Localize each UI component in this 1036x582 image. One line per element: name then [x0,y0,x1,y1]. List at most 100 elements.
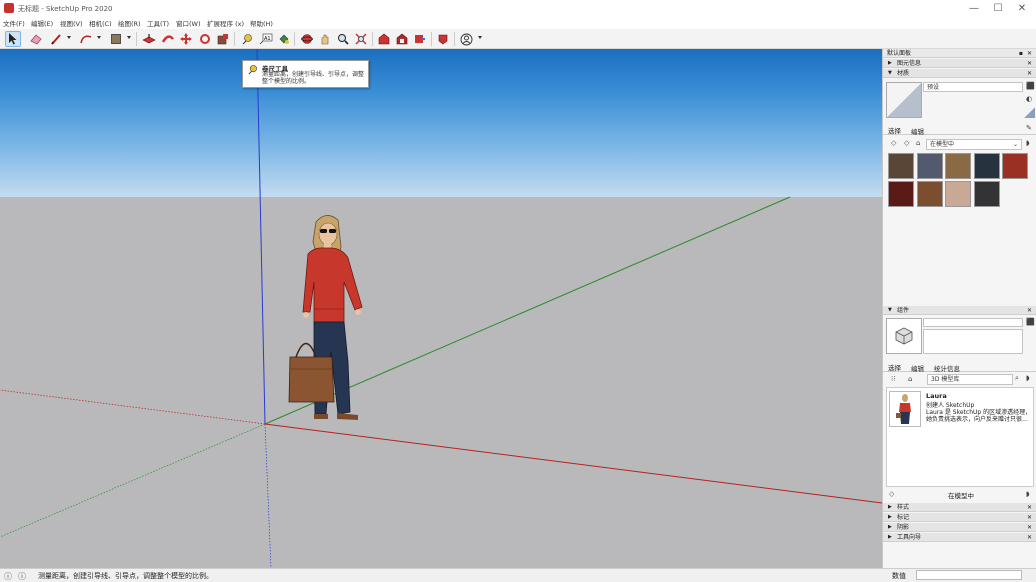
scale-icon[interactable] [215,31,231,47]
material-name-field[interactable]: 预设 [923,82,1023,92]
material-swatch[interactable] [945,181,971,207]
material-swatch[interactable] [888,181,914,207]
pencil-line-icon[interactable] [48,31,64,47]
select-arrow-icon[interactable] [5,31,21,47]
menu-window[interactable]: 窗口(W) [176,18,201,28]
arc-icon[interactable] [78,31,94,47]
tape-measure-icon[interactable] [239,31,255,47]
zoom-extents-icon[interactable] [353,31,369,47]
menu-file[interactable]: 文件(F) [3,18,25,28]
layout-send-icon[interactable] [412,31,428,47]
extension-manager-icon[interactable] [435,31,451,47]
default-material-icon[interactable] [1024,107,1035,118]
text-icon[interactable]: A1 [258,31,274,47]
arc-dropdown-icon[interactable] [97,36,101,39]
component-name-field[interactable] [923,318,1023,327]
home-icon[interactable]: ⌂ [916,139,920,147]
search-icon[interactable]: ⌕ [1015,374,1019,383]
extension-warehouse-icon[interactable] [394,31,410,47]
sample-paint-icon[interactable]: ◐ [1026,95,1032,103]
component-description-field[interactable] [923,329,1023,354]
measurements-input[interactable] [916,570,1022,580]
pencil-dropdown-icon[interactable] [67,36,71,39]
tab-materials-select[interactable]: 选择 [888,125,901,135]
material-swatch[interactable] [945,153,971,179]
details-icon[interactable]: ◗ [1026,374,1030,382]
list-item-thumbnail[interactable] [889,391,921,427]
menu-camera[interactable]: 相机(C) [89,18,112,28]
eraser-icon[interactable] [28,31,44,47]
menu-help[interactable]: 帮助(H) [250,18,273,28]
styles-close-icon[interactable]: ✕ [1027,503,1032,512]
tab-materials-edit[interactable]: 编辑 [911,126,924,136]
list-item-title[interactable]: Laura [926,392,947,400]
tab-components-edit[interactable]: 编辑 [911,363,924,373]
tab-components-select[interactable]: 选择 [888,362,901,372]
shadows-close-icon[interactable]: ✕ [1027,523,1032,532]
back-icon[interactable]: ◇ [891,139,896,147]
entity-info-header[interactable]: ▶ 图元信息 ✕ [883,59,1036,68]
menu-tools[interactable]: 工具(T) [147,18,169,28]
expand-arrow-icon: ▶ [888,534,892,540]
account-icon[interactable] [458,31,474,47]
menu-view[interactable]: 视图(V) [60,18,83,28]
materials-header[interactable]: ▼ 材质 ✕ [883,69,1036,78]
view-options-icon[interactable]: ⁝⁝ [891,375,895,383]
toolbar-separator [136,32,137,46]
materials-close-icon[interactable]: ✕ [1027,69,1032,78]
tray-close-icon[interactable]: ✕ [1027,49,1032,58]
instructor-header[interactable]: ▶ 工具向导 ✕ [883,533,1036,542]
maximize-button[interactable]: ☐ [986,0,1010,17]
material-swatch[interactable] [973,153,1000,179]
components-search-input[interactable]: 3D 模型库 [927,374,1013,385]
tags-close-icon[interactable]: ✕ [1027,513,1032,522]
close-button[interactable]: ✕ [1010,0,1034,17]
shape-icon[interactable] [108,31,124,47]
instructor-close-icon[interactable]: ✕ [1027,533,1032,542]
main-toolbar: A1 [0,29,1036,49]
pan-icon[interactable] [317,31,333,47]
geolocation-icon[interactable]: ⓘ [4,571,12,582]
warehouse-icon[interactable] [376,31,392,47]
shape-dropdown-icon[interactable] [127,36,131,39]
material-swatch[interactable] [916,153,943,179]
home-icon[interactable]: ⌂ [908,375,912,383]
move-icon[interactable] [178,31,194,47]
create-material-icon[interactable]: ⬛ [1026,82,1035,90]
laura-figure[interactable] [286,212,376,427]
minimize-button[interactable]: — [962,0,986,17]
follow-me-icon[interactable] [160,31,176,47]
material-swatch[interactable] [888,153,914,179]
collection-nav-icon[interactable]: ◇ [889,490,894,498]
eyedropper-icon[interactable]: ✎ [1026,124,1032,132]
components-collection-label[interactable]: 在模型中 [948,490,974,500]
pin-icon[interactable]: ▪ [1019,49,1023,58]
create-component-icon[interactable]: ⬛ [1026,318,1035,326]
push-pull-icon[interactable] [141,31,157,47]
orbit-icon[interactable] [299,31,315,47]
components-close-icon[interactable]: ✕ [1027,306,1032,315]
credits-icon[interactable]: ⓘ [18,571,26,582]
styles-header[interactable]: ▶ 样式 ✕ [883,503,1036,512]
details-icon[interactable]: ◗ [1026,139,1030,147]
forward-icon[interactable]: ◇ [904,139,909,147]
menu-draw[interactable]: 绘图(R) [118,18,141,28]
account-dropdown-icon[interactable] [478,36,482,39]
tab-components-stats[interactable]: 统计信息 [934,363,960,373]
tooltip-description: 测量距离，创建引导线、引导点，调整整个模型的比例。 [262,71,365,85]
collection-details-icon[interactable]: ◗ [1026,490,1030,498]
material-swatch[interactable] [973,181,1000,207]
tags-header[interactable]: ▶ 标记 ✕ [883,513,1036,522]
components-header[interactable]: ▼ 组件 ✕ [883,306,1036,315]
model-viewport[interactable]: 卷尺工具 测量距离，创建引导线、引导点，调整整个模型的比例。 [0,49,882,568]
menu-extensions[interactable]: 扩展程序 (x) [207,18,244,28]
material-swatch[interactable] [1002,153,1028,179]
entity-info-close-icon[interactable]: ✕ [1027,59,1032,68]
zoom-icon[interactable] [335,31,351,47]
paint-bucket-icon[interactable] [276,31,292,47]
shadows-header[interactable]: ▶ 阴影 ✕ [883,523,1036,532]
materials-collection-select[interactable]: 在模型中 ⌄ [926,139,1022,150]
menu-edit[interactable]: 编辑(E) [31,18,53,28]
material-swatch[interactable] [916,181,943,207]
rotate-icon[interactable] [197,31,213,47]
